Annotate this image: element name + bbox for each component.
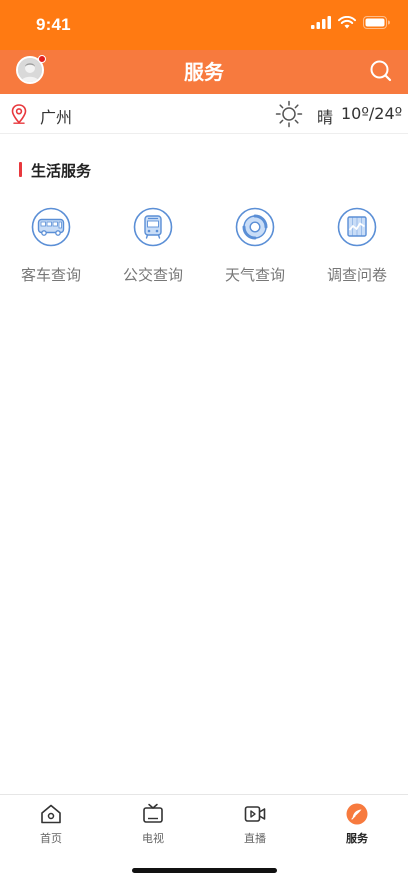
service-survey[interactable]: 调查问卷: [306, 205, 408, 295]
survey-chart-icon: [337, 207, 377, 247]
tv-icon: [143, 803, 163, 823]
wifi-icon: [338, 16, 356, 29]
current-city[interactable]: 广州: [40, 104, 72, 128]
tab-label: 电视: [142, 832, 164, 845]
tab-tv[interactable]: 电视: [102, 795, 204, 850]
tab-label: 直播: [244, 832, 266, 845]
weather-swirl-icon: [235, 207, 275, 247]
service-bus-query[interactable]: 公交查询: [102, 205, 204, 295]
section-title: 生活服务: [31, 162, 92, 180]
status-time: 9:41: [36, 15, 71, 34]
location-pin-icon[interactable]: [11, 104, 27, 124]
battery-icon: [363, 16, 390, 29]
service-compass-icon: [346, 803, 368, 825]
tab-live[interactable]: 直播: [204, 795, 306, 850]
page-title: 服务: [184, 60, 224, 84]
home-icon: [41, 804, 61, 824]
service-label: 客车查询: [20, 266, 81, 284]
service-coach-query[interactable]: 客车查询: [0, 205, 102, 295]
weather-temperature: 10º/24º: [341, 104, 403, 123]
tab-service[interactable]: 服务: [306, 795, 408, 850]
weather-condition: 晴: [317, 108, 334, 127]
service-grid: 客车查询 公交查询 天气查询 调查问卷: [0, 205, 408, 295]
service-label: 天气查询: [224, 266, 285, 284]
service-label: 调查问卷: [326, 266, 387, 284]
status-bar: 9:41: [0, 0, 408, 50]
cellular-signal-icon: [311, 16, 331, 29]
search-icon[interactable]: [368, 58, 394, 84]
tab-label: 首页: [40, 832, 62, 845]
service-weather-query[interactable]: 天气查询: [204, 205, 306, 295]
app-header: 服务: [0, 50, 408, 94]
status-icons: [311, 16, 390, 29]
tab-home[interactable]: 首页: [0, 795, 102, 850]
home-indicator[interactable]: [132, 868, 277, 873]
tab-label: 服务: [346, 832, 368, 845]
live-video-icon: [244, 806, 266, 822]
section-accent-bar: [19, 162, 22, 177]
sun-icon: [275, 100, 303, 128]
notification-dot: [38, 55, 46, 63]
coach-bus-icon: [31, 207, 71, 247]
location-weather-bar: 广州 晴 10º/24º: [0, 94, 408, 134]
city-bus-icon: [133, 207, 173, 247]
service-label: 公交查询: [122, 266, 183, 284]
